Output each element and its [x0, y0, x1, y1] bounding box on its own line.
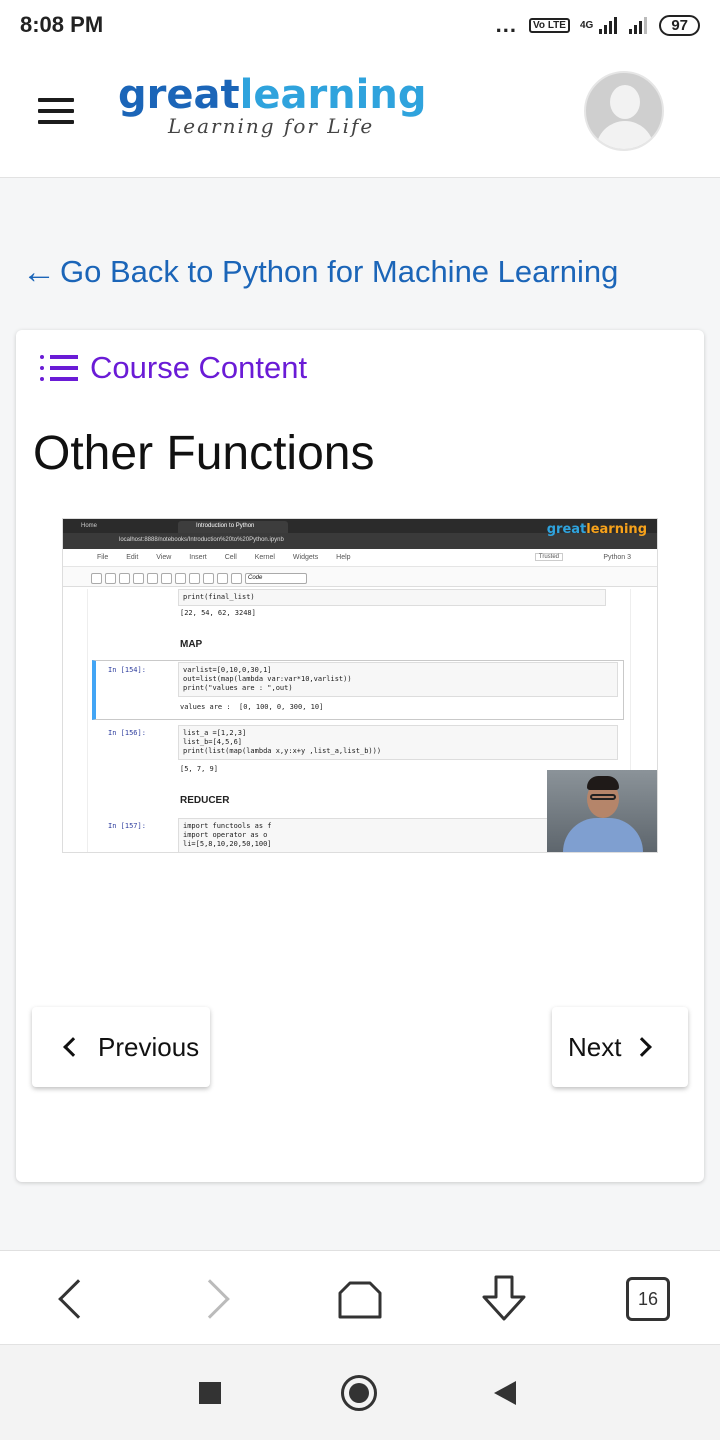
- video-notebook-toolbar: Code: [63, 567, 657, 587]
- chevron-right-icon: [632, 1037, 653, 1057]
- video-cell-type: Code: [245, 572, 307, 584]
- back-link-label: Go Back to Python for Machine Learning: [60, 254, 619, 289]
- video-menu-item: Insert: [189, 554, 207, 561]
- chevron-left-icon: [58, 1279, 98, 1319]
- back-triangle-icon[interactable]: [494, 1381, 516, 1405]
- logo-great-text: great: [118, 72, 240, 118]
- video-kernel-label: Python 3: [603, 554, 631, 561]
- video-tab-home: Home: [63, 521, 178, 533]
- browser-home-button[interactable]: [334, 1273, 386, 1325]
- signal-strength-2-icon: [629, 16, 648, 34]
- video-prompt-156: In [156]:: [108, 729, 146, 737]
- tab-count-badge: 16: [626, 1277, 670, 1321]
- video-browser-tabbar: Home Introduction to Python greatlearnin…: [63, 519, 657, 537]
- more-dots-icon: ...: [495, 12, 517, 37]
- back-to-course-link[interactable]: ← Go Back to Python for Machine Learning: [22, 254, 618, 290]
- video-brand-learning: learning: [586, 522, 647, 537]
- video-code-154: varlist=[0,10,0,30,1] out=list(map(lambd…: [178, 662, 618, 697]
- list-icon: [38, 352, 80, 384]
- battery-icon: 97: [659, 14, 700, 36]
- browser-back-button[interactable]: [46, 1273, 98, 1325]
- status-icons: ... Vo LTE 4G 97: [496, 12, 700, 38]
- hamburger-menu-icon[interactable]: [38, 98, 74, 124]
- next-label: Next: [568, 1031, 622, 1062]
- video-prompt-157: In [157]:: [108, 822, 146, 830]
- video-notebook-menu: File Edit View Insert Cell Kernel Widget…: [63, 549, 657, 567]
- browser-download-button[interactable]: [478, 1273, 530, 1325]
- video-prompt-154: In [154]:: [108, 666, 146, 674]
- video-menu-item: Help: [336, 554, 351, 561]
- previous-button[interactable]: Previous: [32, 1007, 210, 1087]
- video-heading-reducer: REDUCER: [180, 795, 230, 806]
- network-type-label: 4G: [579, 19, 594, 31]
- video-player[interactable]: Home Introduction to Python greatlearnin…: [62, 518, 658, 853]
- previous-label: Previous: [98, 1031, 200, 1062]
- course-content-button[interactable]: Course Content: [38, 350, 307, 386]
- video-brand-logo: greatlearning: [547, 522, 647, 537]
- video-code-prev: print(final_list): [178, 589, 606, 606]
- home-circle-icon[interactable]: [341, 1375, 377, 1411]
- video-menu-item: File: [97, 554, 109, 561]
- browser-toolbar: 16: [0, 1250, 720, 1344]
- home-icon: [338, 1281, 382, 1319]
- app-header: greatlearning Learning for Life: [0, 52, 720, 178]
- video-menu-item: Cell: [224, 554, 237, 561]
- download-arrow-icon: [482, 1275, 526, 1321]
- user-avatar[interactable]: [584, 71, 664, 151]
- video-out-prev: [22, 54, 62, 3248]: [180, 609, 256, 617]
- volte-icon: Vo LTE: [529, 17, 570, 33]
- browser-forward-button[interactable]: [190, 1273, 242, 1325]
- status-bar: 8:08 PM ... Vo LTE 4G 97: [0, 0, 720, 52]
- next-button[interactable]: Next: [552, 1007, 688, 1087]
- video-presenter-thumbnail: [547, 770, 657, 852]
- system-navigation-bar: [0, 1344, 720, 1440]
- greatlearning-logo[interactable]: greatlearning Learning for Life: [118, 72, 426, 138]
- course-content-label: Course Content: [90, 350, 308, 385]
- chevron-left-icon: [63, 1037, 83, 1057]
- video-code-156: list_a =[1,2,3] list_b=[4,5,6] print(lis…: [178, 725, 618, 760]
- lesson-card: Course Content Other Functions Home Intr…: [16, 330, 704, 1182]
- video-cell-type-label: Code: [248, 574, 263, 581]
- recents-square-icon[interactable]: [199, 1382, 221, 1404]
- signal-strength-icon: [599, 16, 618, 34]
- arrow-left-icon: ←: [22, 253, 56, 291]
- lesson-title: Other Functions: [33, 427, 375, 480]
- video-menu-item: Edit: [126, 554, 139, 561]
- video-tab-active: Introduction to Python: [178, 521, 288, 533]
- chevron-right-icon: [190, 1279, 230, 1319]
- video-brand-great: great: [546, 522, 587, 537]
- video-heading-map: MAP: [180, 639, 203, 650]
- video-menu-item: View: [156, 554, 172, 561]
- browser-tabs-button[interactable]: 16: [622, 1273, 674, 1325]
- video-menu-item: Widgets: [292, 554, 319, 561]
- video-out-156: [5, 7, 9]: [180, 765, 218, 773]
- logo-learning-text: learning: [239, 72, 427, 118]
- video-menu-item: Kernel: [254, 554, 275, 561]
- video-trusted-badge: Trusted: [534, 553, 563, 561]
- status-time: 8:08 PM: [20, 12, 104, 37]
- video-out-154: values are : [0, 100, 0, 300, 10]: [180, 703, 324, 711]
